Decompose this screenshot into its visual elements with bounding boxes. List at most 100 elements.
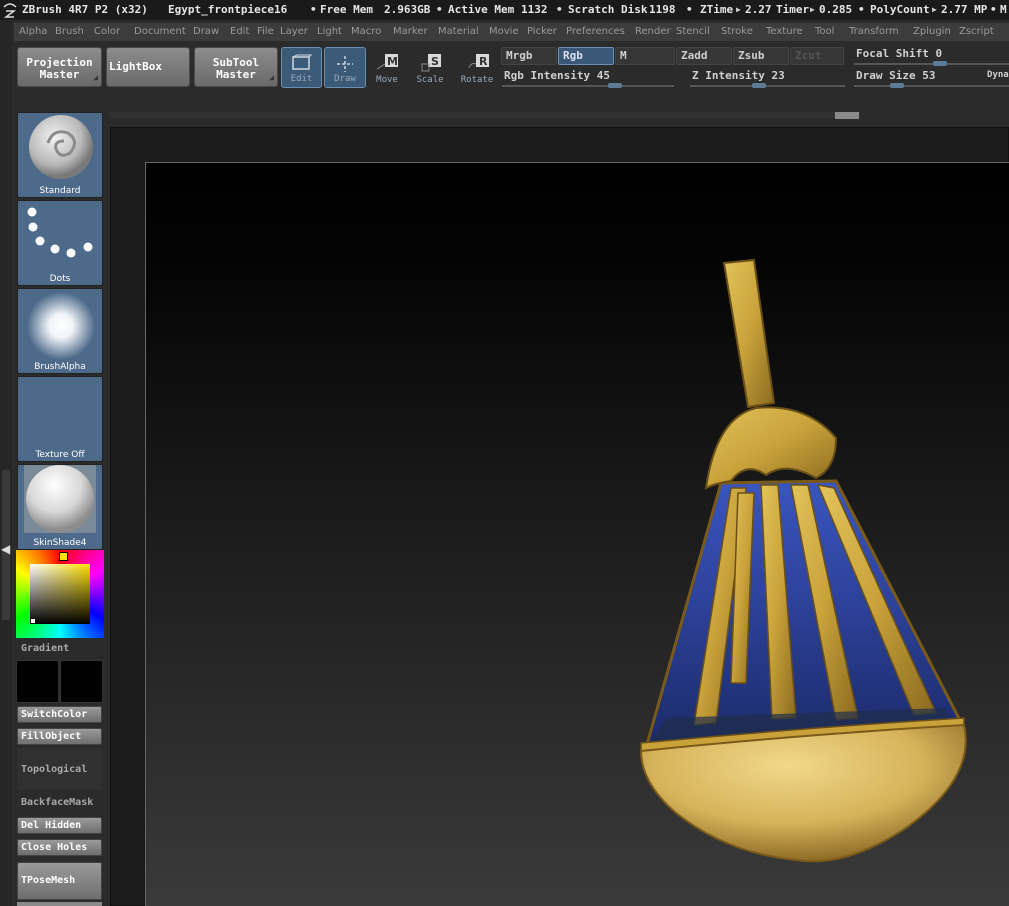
brush-alpha-icon bbox=[27, 292, 95, 360]
menu-layer[interactable]: Layer bbox=[280, 26, 308, 37]
texture-name: Texture Off bbox=[35, 450, 85, 460]
zadd-toggle[interactable]: Zadd bbox=[676, 47, 732, 65]
menu-color[interactable]: Color bbox=[94, 26, 120, 37]
menu-material[interactable]: Material bbox=[438, 26, 479, 37]
fill-object-button[interactable]: FillObject bbox=[17, 728, 102, 745]
polycount-label: PolyCount bbox=[870, 3, 930, 16]
menu-zscript[interactable]: Zscript bbox=[959, 26, 994, 37]
color-selector-dot[interactable] bbox=[31, 619, 35, 623]
z-intensity-knob[interactable] bbox=[752, 83, 766, 88]
draw-size-track[interactable] bbox=[854, 85, 1009, 87]
menu-stencil[interactable]: Stencil bbox=[676, 26, 710, 37]
rgb-toggle[interactable]: Rgb bbox=[558, 47, 614, 65]
z-intensity-track[interactable] bbox=[690, 85, 845, 87]
projection-master-button[interactable]: Projection Master ◢ bbox=[17, 47, 102, 87]
alpha-thumbnail[interactable]: BrushAlpha bbox=[17, 288, 103, 374]
draw-size-slider[interactable]: Draw Size 53 bbox=[856, 69, 935, 82]
menu-edit[interactable]: Edit bbox=[230, 26, 249, 37]
focal-shift-knob[interactable] bbox=[933, 61, 947, 66]
title-bar: ZBrush 4R7 P2 (x32) Egypt_frontpiece16 •… bbox=[0, 0, 1009, 20]
active-mem-label: Active Mem bbox=[448, 3, 515, 16]
triangle-right-icon: ▶ bbox=[810, 5, 815, 14]
scale-label: Scale bbox=[416, 75, 444, 85]
color-picker[interactable] bbox=[16, 550, 104, 638]
rgb-intensity-value: 45 bbox=[596, 69, 610, 82]
next-button-partial[interactable] bbox=[17, 902, 102, 906]
topological-toggle[interactable]: Topological bbox=[21, 764, 87, 775]
rotate-button[interactable]: R Rotate bbox=[458, 47, 496, 88]
menu-transform[interactable]: Transform bbox=[849, 26, 899, 37]
brush-name: Standard bbox=[39, 186, 81, 196]
texture-thumbnail[interactable]: Texture Off bbox=[17, 376, 103, 462]
hue-selector[interactable] bbox=[59, 552, 68, 561]
edit-label: Edit bbox=[290, 74, 313, 84]
active-mem-value: 1132 bbox=[521, 3, 548, 16]
separator-dot: • bbox=[310, 3, 317, 16]
menu-texture[interactable]: Texture bbox=[766, 26, 803, 37]
menu-zplugin[interactable]: Zplugin bbox=[913, 26, 951, 37]
tpose-mesh-button[interactable]: TPoseMesh bbox=[17, 862, 102, 900]
zsub-toggle[interactable]: Zsub bbox=[733, 47, 789, 65]
dots-stroke-icon bbox=[27, 207, 93, 258]
menu-macro[interactable]: Macro bbox=[351, 26, 381, 37]
menu-movie[interactable]: Movie bbox=[489, 26, 519, 37]
menu-stroke[interactable]: Stroke bbox=[721, 26, 753, 37]
scratch-disk-label: Scratch Disk bbox=[568, 3, 648, 16]
egyptian-pendant-model[interactable] bbox=[146, 163, 1009, 906]
rgb-intensity-track[interactable] bbox=[502, 85, 674, 87]
brush-thumbnail[interactable]: Standard bbox=[17, 112, 103, 198]
scroll-thumb[interactable] bbox=[835, 112, 859, 119]
edit-icon bbox=[292, 54, 313, 70]
switch-color-button[interactable]: SwitchColor bbox=[17, 706, 102, 723]
menu-draw[interactable]: Draw bbox=[193, 26, 219, 37]
rotate-label: Rotate bbox=[460, 75, 494, 85]
close-holes-button[interactable]: Close Holes bbox=[17, 839, 102, 856]
edit-button[interactable]: Edit bbox=[281, 47, 322, 88]
menu-tool[interactable]: Tool bbox=[815, 26, 834, 37]
focal-shift-label: Focal Shift bbox=[856, 47, 929, 60]
focal-shift-slider[interactable]: Focal Shift 0 bbox=[856, 47, 942, 60]
menu-light[interactable]: Light bbox=[317, 26, 342, 37]
stroke-thumbnail[interactable]: Dots bbox=[17, 200, 103, 286]
focal-shift-value: 0 bbox=[935, 47, 943, 60]
polycount-value: 2.77 MP bbox=[941, 3, 988, 16]
mrgb-toggle[interactable]: Mrgb bbox=[501, 47, 557, 65]
material-name: SkinShade4 bbox=[33, 538, 87, 548]
menu-render[interactable]: Render bbox=[635, 26, 671, 37]
draw-button[interactable]: Draw bbox=[324, 47, 366, 88]
main-color-swatch[interactable] bbox=[16, 660, 59, 703]
saturation-value-square[interactable] bbox=[30, 564, 90, 624]
ztime-value: 2.27 bbox=[745, 3, 772, 16]
draw-size-knob[interactable] bbox=[890, 83, 904, 88]
material-thumbnail[interactable]: SkinShade4 bbox=[17, 464, 103, 550]
backface-mask-toggle[interactable]: BackfaceMask bbox=[21, 797, 93, 808]
document-name: Egypt_frontpiece16 bbox=[168, 3, 288, 16]
del-hidden-button[interactable]: Del Hidden bbox=[17, 817, 102, 834]
gradient-label[interactable]: Gradient bbox=[21, 643, 69, 654]
menu-brush[interactable]: Brush bbox=[55, 26, 84, 37]
z-intensity-slider[interactable]: Z Intensity 23 bbox=[692, 69, 785, 82]
expand-tray-icon[interactable]: ◀ bbox=[1, 542, 11, 568]
m-toggle[interactable]: M bbox=[615, 47, 675, 65]
document-scrollbar[interactable] bbox=[110, 112, 860, 119]
secondary-color-swatch[interactable] bbox=[60, 660, 103, 703]
rgb-intensity-knob[interactable] bbox=[608, 83, 622, 88]
move-button[interactable]: M Move bbox=[369, 47, 405, 88]
zcut-toggle[interactable]: Zcut bbox=[790, 47, 844, 65]
subtool-master-button[interactable]: SubTool Master ◢ bbox=[194, 47, 278, 87]
triangle-right-icon: ▶ bbox=[736, 5, 741, 14]
rgb-intensity-slider[interactable]: Rgb Intensity 45 bbox=[504, 69, 610, 82]
document-canvas[interactable] bbox=[145, 162, 1009, 906]
menu-picker[interactable]: Picker bbox=[527, 26, 557, 37]
titlebar-trailing: M bbox=[1000, 3, 1007, 16]
menu-preferences[interactable]: Preferences bbox=[566, 26, 625, 37]
focal-shift-track[interactable] bbox=[854, 63, 1009, 65]
scale-button[interactable]: S Scale bbox=[412, 47, 448, 88]
menu-alpha[interactable]: Alpha bbox=[19, 26, 47, 37]
menu-marker[interactable]: Marker bbox=[393, 26, 428, 37]
dynamic-toggle[interactable]: Dyna bbox=[987, 70, 1009, 80]
z-intensity-label: Z Intensity bbox=[692, 69, 765, 82]
menu-file[interactable]: File bbox=[257, 26, 274, 37]
lightbox-button[interactable]: LightBox bbox=[106, 47, 190, 87]
menu-document[interactable]: Document bbox=[134, 26, 186, 37]
